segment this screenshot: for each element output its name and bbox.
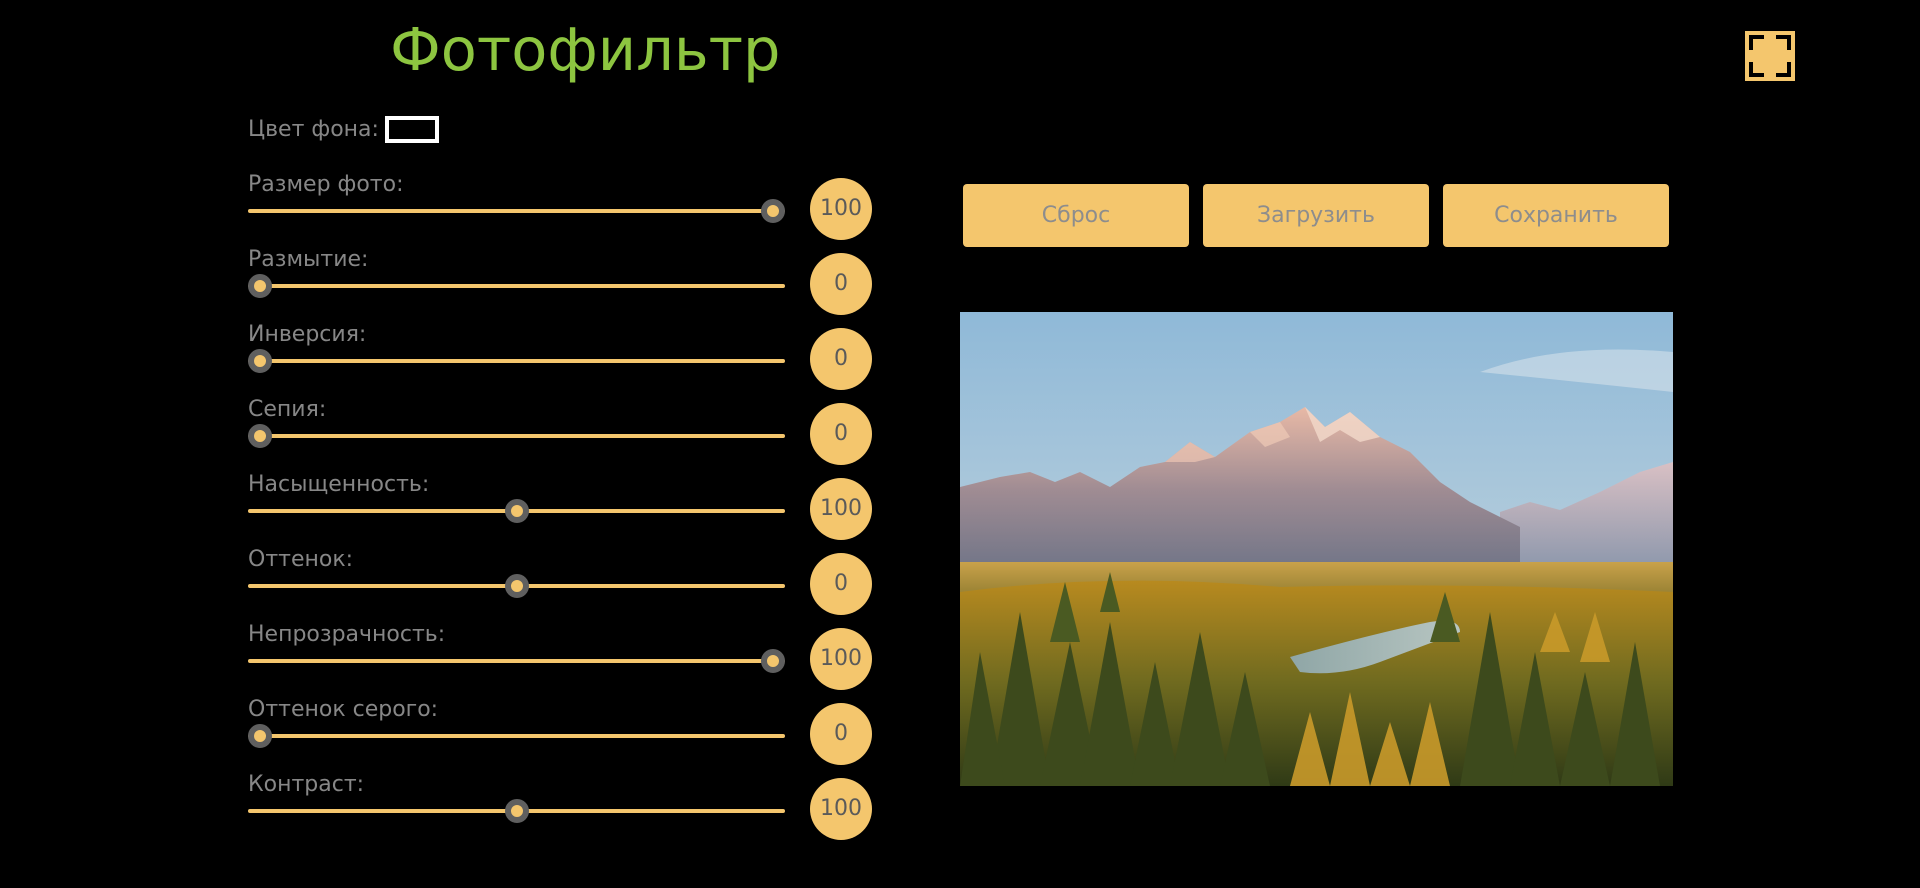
background-color-picker[interactable]: [384, 115, 439, 143]
filter-slider[interactable]: [248, 799, 785, 823]
filter-label: Оттенок серого:: [248, 697, 439, 722]
filter-label: Насыщенность:: [248, 472, 430, 497]
slider-thumb[interactable]: [248, 724, 272, 748]
reset-button[interactable]: Сброс: [963, 184, 1189, 247]
slider-track: [248, 284, 785, 288]
filter-slider[interactable]: [248, 274, 785, 298]
slider-thumb[interactable]: [248, 349, 272, 373]
action-buttons: Сброс Загрузить Сохранить: [963, 184, 1669, 247]
fullscreen-button[interactable]: [1745, 31, 1795, 81]
slider-track: [248, 734, 785, 738]
filter-control: Размытие: 0: [248, 247, 873, 317]
filter-control: Размер фото: 100: [248, 172, 873, 242]
filter-label: Размер фото:: [248, 172, 404, 197]
filter-value: 100: [810, 778, 872, 840]
filter-slider[interactable]: [248, 574, 785, 598]
photo-filter-app: Фотофильтр Цвет фона: Размер фото: 100 Раз…: [0, 0, 1920, 888]
filter-control: Оттенок серого: 0: [248, 697, 873, 767]
photo-preview: [960, 312, 1673, 786]
filter-control: Оттенок: 0: [248, 547, 873, 617]
filter-value: 100: [810, 628, 872, 690]
landscape-photo: [960, 312, 1673, 786]
filter-slider[interactable]: [248, 499, 785, 523]
filter-value: 100: [810, 478, 872, 540]
filter-value: 0: [810, 553, 872, 615]
filter-slider[interactable]: [248, 724, 785, 748]
filter-label: Размытие:: [248, 247, 369, 272]
slider-track: [248, 659, 785, 663]
filter-label: Инверсия:: [248, 322, 367, 347]
slider-track: [248, 209, 785, 213]
filter-slider[interactable]: [248, 199, 785, 223]
filter-slider[interactable]: [248, 349, 785, 373]
slider-thumb[interactable]: [504, 499, 529, 523]
filter-value: 0: [810, 328, 872, 390]
filter-slider[interactable]: [248, 424, 785, 448]
filter-label: Сепия:: [248, 397, 327, 422]
slider-thumb[interactable]: [761, 649, 785, 673]
filter-control: Сепия: 0: [248, 397, 873, 467]
save-button[interactable]: Сохранить: [1443, 184, 1669, 247]
background-color-row: Цвет фона:: [248, 114, 439, 144]
fullscreen-icon: [1748, 34, 1792, 78]
filter-control: Контраст: 100: [248, 772, 873, 842]
filter-control: Инверсия: 0: [248, 322, 873, 392]
slider-track: [248, 359, 785, 363]
slider-track: [248, 434, 785, 438]
filter-control: Насыщенность: 100: [248, 472, 873, 542]
filter-slider[interactable]: [248, 649, 785, 673]
filter-value: 0: [810, 403, 872, 465]
slider-thumb[interactable]: [504, 799, 529, 823]
filter-value: 0: [810, 253, 872, 315]
slider-thumb[interactable]: [761, 199, 785, 223]
slider-thumb[interactable]: [504, 574, 529, 598]
slider-thumb[interactable]: [248, 424, 272, 448]
background-color-label: Цвет фона:: [248, 116, 379, 142]
slider-thumb[interactable]: [248, 274, 272, 298]
filter-label: Оттенок:: [248, 547, 354, 572]
page-title: Фотофильтр: [390, 15, 781, 84]
filter-value: 0: [810, 703, 872, 765]
filter-value: 100: [810, 178, 872, 240]
filter-control: Непрозрачность: 100: [248, 622, 873, 692]
filter-label: Контраст:: [248, 772, 365, 797]
load-button[interactable]: Загрузить: [1203, 184, 1429, 247]
filter-label: Непрозрачность:: [248, 622, 446, 647]
